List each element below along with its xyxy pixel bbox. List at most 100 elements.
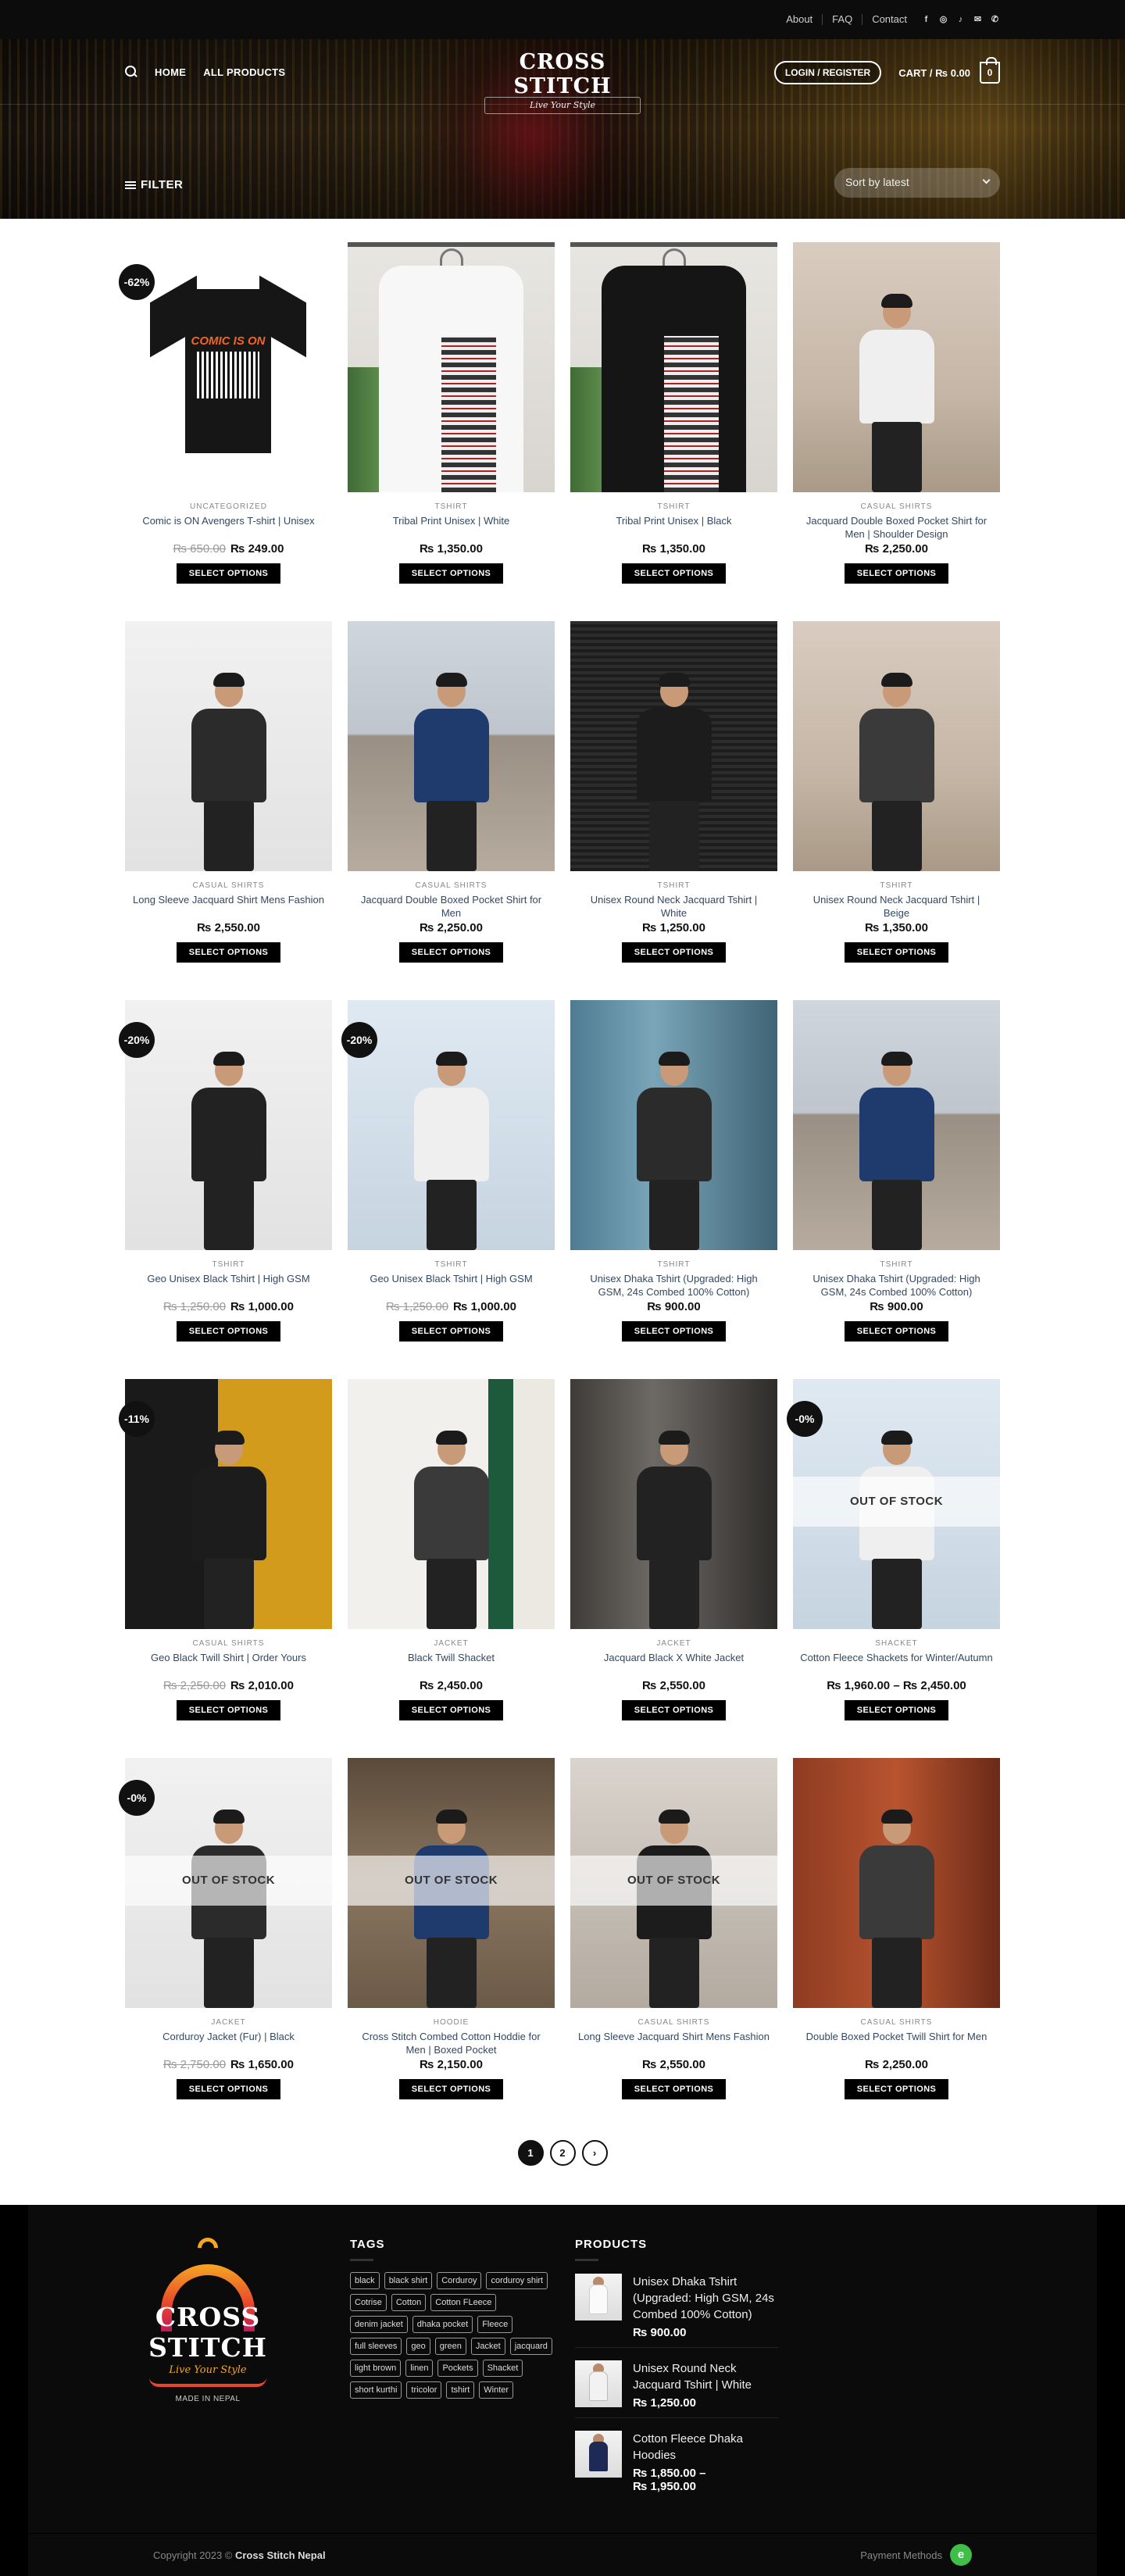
tag-link[interactable]: black shirt [384, 2272, 433, 2289]
footer-product[interactable]: Cotton Fleece Dhaka Hoodies ₨ 1,850.00 –… [575, 2431, 778, 2501]
tag-link[interactable]: Cotton [391, 2294, 427, 2311]
product-image[interactable]: OUT OF STOCK [125, 1758, 332, 2008]
product-title[interactable]: Geo Unisex Black Tshirt | High GSM [348, 1272, 555, 1299]
product-image[interactable] [793, 1758, 1000, 2008]
product-title[interactable]: Unisex Round Neck Jacquard Tshirt | Whit… [570, 893, 777, 920]
product-card[interactable]: -11% CASUAL SHIRTS Geo Black Twill Shirt |… [119, 1379, 332, 1758]
tag-link[interactable]: tricolor [406, 2381, 442, 2399]
tag-link[interactable]: jacquard [509, 2338, 552, 2355]
phone-icon[interactable]: ✆ [990, 15, 1000, 25]
product-title[interactable]: Cross Stitch Combed Cotton Hoddie for Me… [348, 2030, 555, 2056]
instagram-icon[interactable]: ◎ [938, 15, 948, 25]
site-logo[interactable]: CROSS STITCH Live Your Style [484, 50, 641, 114]
product-image[interactable] [793, 1000, 1000, 1250]
product-image[interactable] [570, 1000, 777, 1250]
product-title[interactable]: Corduroy Jacket (Fur) | Black [125, 2030, 332, 2056]
nav-home[interactable]: HOME [155, 66, 186, 78]
product-image[interactable]: OUT OF STOCK [570, 1758, 777, 2008]
product-image[interactable] [348, 621, 555, 871]
product-category[interactable]: TSHIRT [793, 881, 1000, 890]
product-category[interactable]: JACKET [125, 2018, 332, 2027]
product-card[interactable]: OUT OF STOCK CASUAL SHIRTS Long Sleeve Jac… [570, 1758, 777, 2137]
product-title[interactable]: Tribal Print Unisex | White [348, 514, 555, 541]
product-title[interactable]: Cotton Fleece Shackets for Winter/Autumn [793, 1651, 1000, 1677]
product-title[interactable]: Black Twill Shacket [348, 1651, 555, 1677]
select-options-button[interactable]: SELECT OPTIONS [621, 1321, 727, 1342]
product-image[interactable] [793, 242, 1000, 492]
product-card[interactable]: -20% TSHIRT Geo Unisex Black Tshirt | High… [119, 1000, 332, 1379]
select-options-button[interactable]: SELECT OPTIONS [621, 942, 727, 963]
next-page-icon[interactable]: › [581, 2140, 608, 2166]
product-image[interactable]: OUT OF STOCK [348, 1758, 555, 2008]
product-image[interactable] [793, 621, 1000, 871]
product-title[interactable]: Comic is ON Avengers T-shirt | Unisex [125, 514, 332, 541]
product-category[interactable]: CASUAL SHIRTS [570, 2018, 777, 2027]
product-card[interactable]: CASUAL SHIRTS Jacquard Double Boxed Pocke… [793, 242, 1000, 621]
tag-link[interactable]: tshirt [446, 2381, 475, 2399]
product-title[interactable]: Unisex Dhaka Tshirt (Upgraded: High GSM,… [793, 1272, 1000, 1299]
product-title[interactable]: Jacquard Double Boxed Pocket Shirt for M… [348, 893, 555, 920]
select-options-button[interactable]: SELECT OPTIONS [844, 1321, 949, 1342]
filter-button[interactable]: FILTER [125, 178, 183, 191]
tag-link[interactable]: full sleeves [350, 2338, 402, 2355]
product-category[interactable]: CASUAL SHIRTS [793, 2018, 1000, 2027]
product-image[interactable] [348, 1000, 555, 1250]
select-options-button[interactable]: SELECT OPTIONS [398, 942, 504, 963]
select-options-button[interactable]: SELECT OPTIONS [844, 2079, 949, 2099]
product-card[interactable]: OUT OF STOCK -0% SHACKET Cotton Fleece Shac… [787, 1379, 1000, 1758]
tag-link[interactable]: Corduroy [437, 2272, 482, 2289]
product-image[interactable] [125, 621, 332, 871]
tag-link[interactable]: corduroy shirt [486, 2272, 548, 2289]
product-card[interactable]: OUT OF STOCK -0% JACKET Corduroy Jacket (Fu… [119, 1758, 332, 2137]
tag-link[interactable]: geo [406, 2338, 430, 2355]
product-card[interactable]: -20% TSHIRT Geo Unisex Black Tshirt | High… [341, 1000, 555, 1379]
product-title[interactable]: Tribal Print Unisex | Black [570, 514, 777, 541]
product-category[interactable]: CASUAL SHIRTS [793, 502, 1000, 511]
product-image[interactable] [570, 621, 777, 871]
product-category[interactable]: TSHIRT [125, 1260, 332, 1269]
nav-all-products[interactable]: ALL PRODUCTS [203, 66, 285, 78]
product-image[interactable] [125, 1379, 332, 1629]
product-card[interactable]: CASUAL SHIRTS Jacquard Double Boxed Pocke… [348, 621, 555, 1000]
product-image[interactable] [125, 1000, 332, 1250]
product-title[interactable]: Jacquard Double Boxed Pocket Shirt for M… [793, 514, 1000, 541]
select-options-button[interactable]: SELECT OPTIONS [621, 563, 727, 584]
select-options-button[interactable]: SELECT OPTIONS [176, 2079, 281, 2099]
product-category[interactable]: JACKET [570, 1639, 777, 1648]
product-category[interactable]: TSHIRT [348, 502, 555, 511]
product-category[interactable]: HOODIE [348, 2018, 555, 2027]
product-title[interactable]: Geo Black Twill Shirt | Order Yours [125, 1651, 332, 1677]
login-register-button[interactable]: LOGIN / REGISTER [773, 61, 882, 84]
select-options-button[interactable]: SELECT OPTIONS [176, 942, 281, 963]
tag-link[interactable]: denim jacket [350, 2316, 408, 2333]
sort-select[interactable]: Sort by latest [834, 168, 1000, 198]
select-options-button[interactable]: SELECT OPTIONS [398, 1700, 504, 1720]
product-card[interactable]: TSHIRT Unisex Dhaka Tshirt (Upgraded: Hig… [793, 1000, 1000, 1379]
product-category[interactable]: CASUAL SHIRTS [125, 881, 332, 890]
cart-link[interactable]: CART / ₨ 0.00 0 [898, 57, 1000, 84]
product-card[interactable]: TSHIRT Unisex Round Neck Jacquard Tshirt … [570, 621, 777, 1000]
select-options-button[interactable]: SELECT OPTIONS [621, 1700, 727, 1720]
select-options-button[interactable]: SELECT OPTIONS [398, 1321, 504, 1342]
product-card[interactable]: JACKET Jacquard Black X White Jacket ₨ 2,5… [570, 1379, 777, 1758]
product-card[interactable]: TSHIRT Unisex Dhaka Tshirt (Upgraded: Hig… [570, 1000, 777, 1379]
product-card[interactable]: TSHIRT Tribal Print Unisex | White ₨ 1,350… [348, 242, 555, 621]
tag-link[interactable]: light brown [350, 2360, 402, 2377]
product-image[interactable] [570, 242, 777, 492]
select-options-button[interactable]: SELECT OPTIONS [398, 563, 504, 584]
product-category[interactable]: TSHIRT [348, 1260, 555, 1269]
product-card[interactable]: CASUAL SHIRTS Long Sleeve Jacquard Shirt … [125, 621, 332, 1000]
product-category[interactable]: CASUAL SHIRTS [125, 1639, 332, 1648]
product-category[interactable]: CASUAL SHIRTS [348, 881, 555, 890]
tag-link[interactable]: Cotton FLeece [430, 2294, 497, 2311]
tag-link[interactable]: green [434, 2338, 466, 2355]
product-card[interactable]: JACKET Black Twill Shacket ₨ 2,450.00 SELEC… [348, 1379, 555, 1758]
facebook-icon[interactable]: f [921, 15, 931, 25]
tag-link[interactable]: linen [405, 2360, 434, 2377]
select-options-button[interactable]: SELECT OPTIONS [176, 1321, 281, 1342]
about-link[interactable]: About [777, 14, 823, 25]
product-category[interactable]: TSHIRT [570, 1260, 777, 1269]
tag-link[interactable]: Cotrise [350, 2294, 387, 2311]
tag-link[interactable]: Shacket [482, 2360, 523, 2377]
search-icon[interactable] [125, 66, 138, 78]
